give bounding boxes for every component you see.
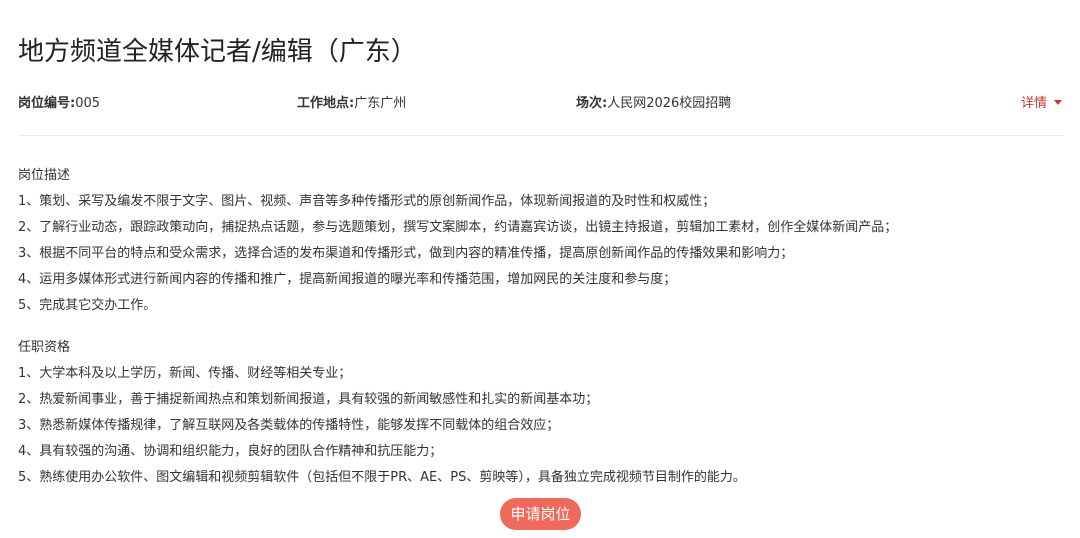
job-requirements-heading: 任职资格	[18, 340, 71, 355]
list-item: 3、熟悉新媒体传播规律，了解互联网及各类载体的传播特性，能够发挥不同载体的组合效…	[18, 418, 560, 433]
job-id-value: 005	[75, 96, 101, 111]
job-id-label: 岗位编号:	[18, 96, 76, 111]
list-item: 1、大学本科及以上学历，新闻、传播、财经等相关专业；	[18, 366, 352, 381]
job-description-list: 1、策划、采写及编发不限于文字、图片、视频、声音等多种传播形式的原创新闻作品，体…	[18, 189, 1064, 319]
details-toggle-label: 详情	[1020, 96, 1047, 111]
caret-down-icon	[1054, 100, 1062, 105]
list-item: 2、热爱新闻事业，善于捕捉新闻热点和策划新闻报道，具有较强的新闻敏感性和扎实的新…	[18, 392, 599, 407]
job-requirements-section: 任职资格 1、大学本科及以上学历，新闻、传播、财经等相关专业； 2、热爱新闻事业…	[18, 335, 1064, 491]
job-requirements-list: 1、大学本科及以上学历，新闻、传播、财经等相关专业； 2、热爱新闻事业，善于捕捉…	[18, 361, 1064, 491]
details-toggle[interactable]: 详情	[1021, 94, 1062, 114]
job-session-value: 人民网2026校园招聘	[607, 96, 732, 111]
list-item: 5、完成其它交办工作。	[18, 298, 157, 313]
divider	[18, 135, 1064, 136]
job-location-value: 广东广州	[354, 96, 407, 111]
job-meta-row: 岗位编号:005 工作地点:广东广州 场次:人民网2026校园招聘 详情	[18, 94, 1064, 114]
job-description-section: 岗位描述 1、策划、采写及编发不限于文字、图片、视频、声音等多种传播形式的原创新…	[18, 163, 1064, 319]
apply-button[interactable]: 申请岗位	[500, 498, 581, 530]
list-item: 2、了解行业动态，跟踪政策动向，捕捉热点话题，参与选题策划，撰写文案脚本，约请嘉…	[18, 220, 898, 235]
job-session: 场次:人民网2026校园招聘	[576, 94, 731, 114]
job-session-label: 场次:	[576, 96, 608, 111]
list-item: 1、策划、采写及编发不限于文字、图片、视频、声音等多种传播形式的原创新闻作品，体…	[18, 194, 716, 209]
list-item: 4、运用多媒体形式进行新闻内容的传播和推广，提高新闻报道的曝光率和传播范围，增加…	[18, 272, 677, 287]
list-item: 4、具有较强的沟通、协调和组织能力，良好的团队合作精神和抗压能力；	[18, 444, 443, 459]
job-location: 工作地点:广东广州	[297, 94, 406, 114]
job-title: 地方频道全媒体记者/编辑（广东）	[18, 37, 417, 67]
list-item: 5、熟练使用办公软件、图文编辑和视频剪辑软件（包括但不限于PR、AE、PS、剪映…	[18, 470, 746, 485]
job-location-label: 工作地点:	[297, 96, 355, 111]
job-description-heading: 岗位描述	[18, 168, 71, 183]
list-item: 3、根据不同平台的特点和受众需求，选择合适的发布渠道和传播形式，做到内容的精准传…	[18, 246, 794, 261]
job-id: 岗位编号:005	[18, 94, 100, 114]
